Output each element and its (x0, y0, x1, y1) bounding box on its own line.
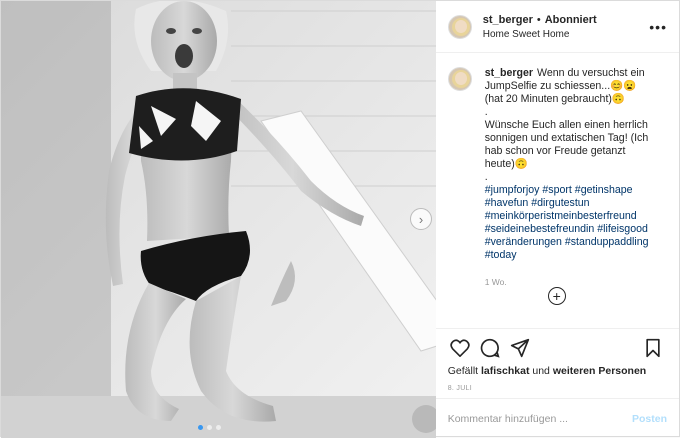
post-date[interactable]: 8. JULI (448, 385, 667, 392)
post-comment-button[interactable]: Posten (632, 413, 667, 425)
post-header: st_berger • Abonniert Home Sweet Home ••… (435, 1, 679, 53)
carousel-dots (198, 425, 221, 430)
plus-circle-icon[interactable]: + (547, 287, 566, 305)
share-icon[interactable] (508, 336, 532, 360)
likes-summary: Gefällt lafischkat und weiteren Personen (448, 365, 667, 377)
hashtags-line[interactable]: #havefun #dirgutestun (485, 197, 655, 210)
hashtags-line[interactable]: #veränderungen #standuppaddling (485, 236, 655, 249)
hashtags-line[interactable]: #meinkörperistmeinbesterfreund (485, 210, 655, 223)
next-photo-button[interactable]: › (410, 208, 432, 230)
post-container: › st_berger • Abonniert Home Sweet Home … (0, 0, 680, 438)
location-link[interactable]: Home Sweet Home (483, 29, 597, 40)
caption: st_berger Wenn du versuchst ein JumpSelfi… (447, 67, 667, 289)
caption-username[interactable]: st_berger (485, 67, 533, 79)
likes-and: und (532, 365, 550, 377)
likes-others[interactable]: weiteren Personen (553, 365, 646, 377)
hashtags-line[interactable]: #jumpforjoy #sport #getinshape (485, 184, 655, 197)
more-options-icon[interactable]: ••• (649, 19, 667, 35)
post-sidebar: st_berger • Abonniert Home Sweet Home ••… (435, 1, 679, 438)
caption-dot-1: . (484, 106, 488, 118)
follow-status[interactable]: Abonniert (545, 14, 597, 26)
carousel-dot (198, 425, 203, 430)
header-username[interactable]: st_berger (483, 14, 533, 26)
likes-prefix: Gefällt (447, 365, 479, 377)
actions-bar: Gefällt lafischkat und weiteren Personen… (435, 328, 679, 398)
comments-section: st_berger Wenn du versuchst ein JumpSelfi… (436, 53, 679, 328)
likes-user[interactable]: lafischkat (481, 365, 529, 377)
post-photo[interactable]: › (1, 1, 436, 438)
chevron-right-icon: › (418, 211, 424, 227)
comment-form: Posten (435, 398, 679, 438)
hashtags-line[interactable]: #seideinebestefreundin #lifeisgood (485, 223, 655, 236)
caption-time[interactable]: 1 Wo. (485, 276, 655, 289)
hashtags-line[interactable]: #today (485, 249, 655, 262)
carousel-dot (216, 425, 221, 430)
bookmark-icon[interactable] (641, 336, 665, 360)
separator: • (536, 13, 541, 26)
caption-avatar[interactable] (447, 67, 472, 91)
avatar[interactable] (447, 14, 472, 39)
jump-selfie-image (1, 1, 436, 438)
caption-text-2: Wünsche Euch allen einen herrlich sonnig… (484, 119, 649, 170)
comment-icon[interactable] (478, 336, 502, 360)
heart-icon[interactable] (448, 336, 472, 360)
comment-input[interactable] (447, 412, 632, 425)
caption-dot-2: . (484, 171, 488, 183)
carousel-dot (207, 425, 212, 430)
